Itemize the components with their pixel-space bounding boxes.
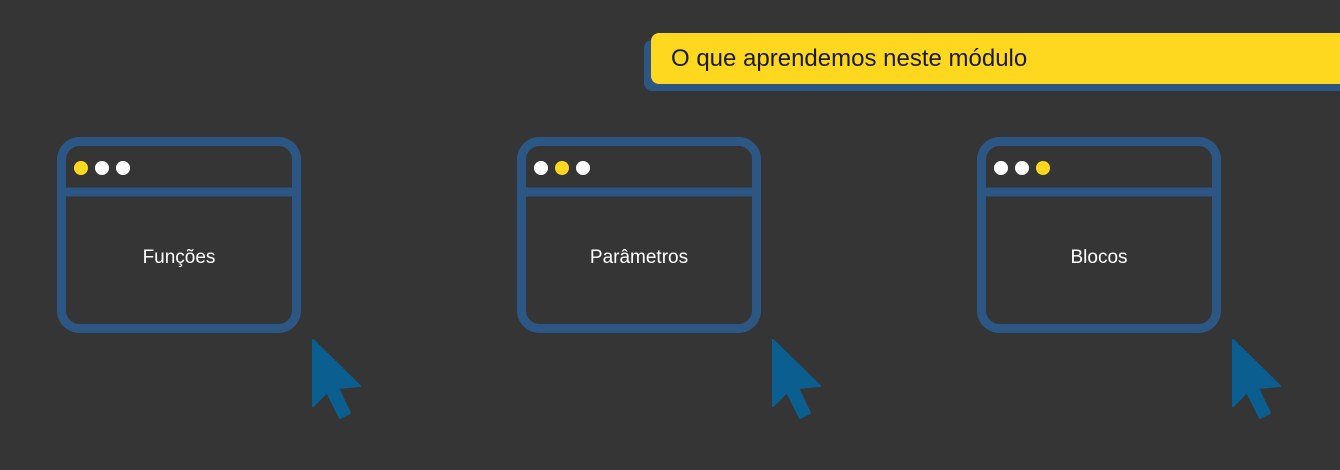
mouse-pointer-icon (1232, 339, 1281, 419)
window-dot-1 (534, 161, 548, 175)
topic-card-blocos[interactable]: Blocos (977, 137, 1221, 333)
browser-window-icon (517, 137, 761, 333)
card-label: Parâmetros (589, 247, 689, 268)
window-dot-3 (576, 161, 590, 175)
browser-window-icon (977, 137, 1221, 333)
window-dot-1 (994, 161, 1008, 175)
topic-card-funcoes[interactable]: Funções (57, 137, 301, 333)
window-dot-1 (74, 161, 88, 175)
window-dot-3 (116, 161, 130, 175)
topic-card-parametros[interactable]: Parâmetros (517, 137, 761, 333)
window-dot-2 (555, 161, 569, 175)
card-label: Funções (142, 247, 216, 268)
browser-window-icon (57, 137, 301, 333)
card-label: Blocos (1070, 247, 1128, 268)
banner-title: O que aprendemos neste módulo (671, 44, 1028, 72)
window-dot-2 (1015, 161, 1029, 175)
mouse-pointer-icon (312, 339, 361, 419)
module-summary-banner: O que aprendemos neste módulo (651, 33, 1340, 84)
mouse-pointer-icon (772, 339, 821, 419)
window-dot-3 (1036, 161, 1050, 175)
window-dot-2 (95, 161, 109, 175)
